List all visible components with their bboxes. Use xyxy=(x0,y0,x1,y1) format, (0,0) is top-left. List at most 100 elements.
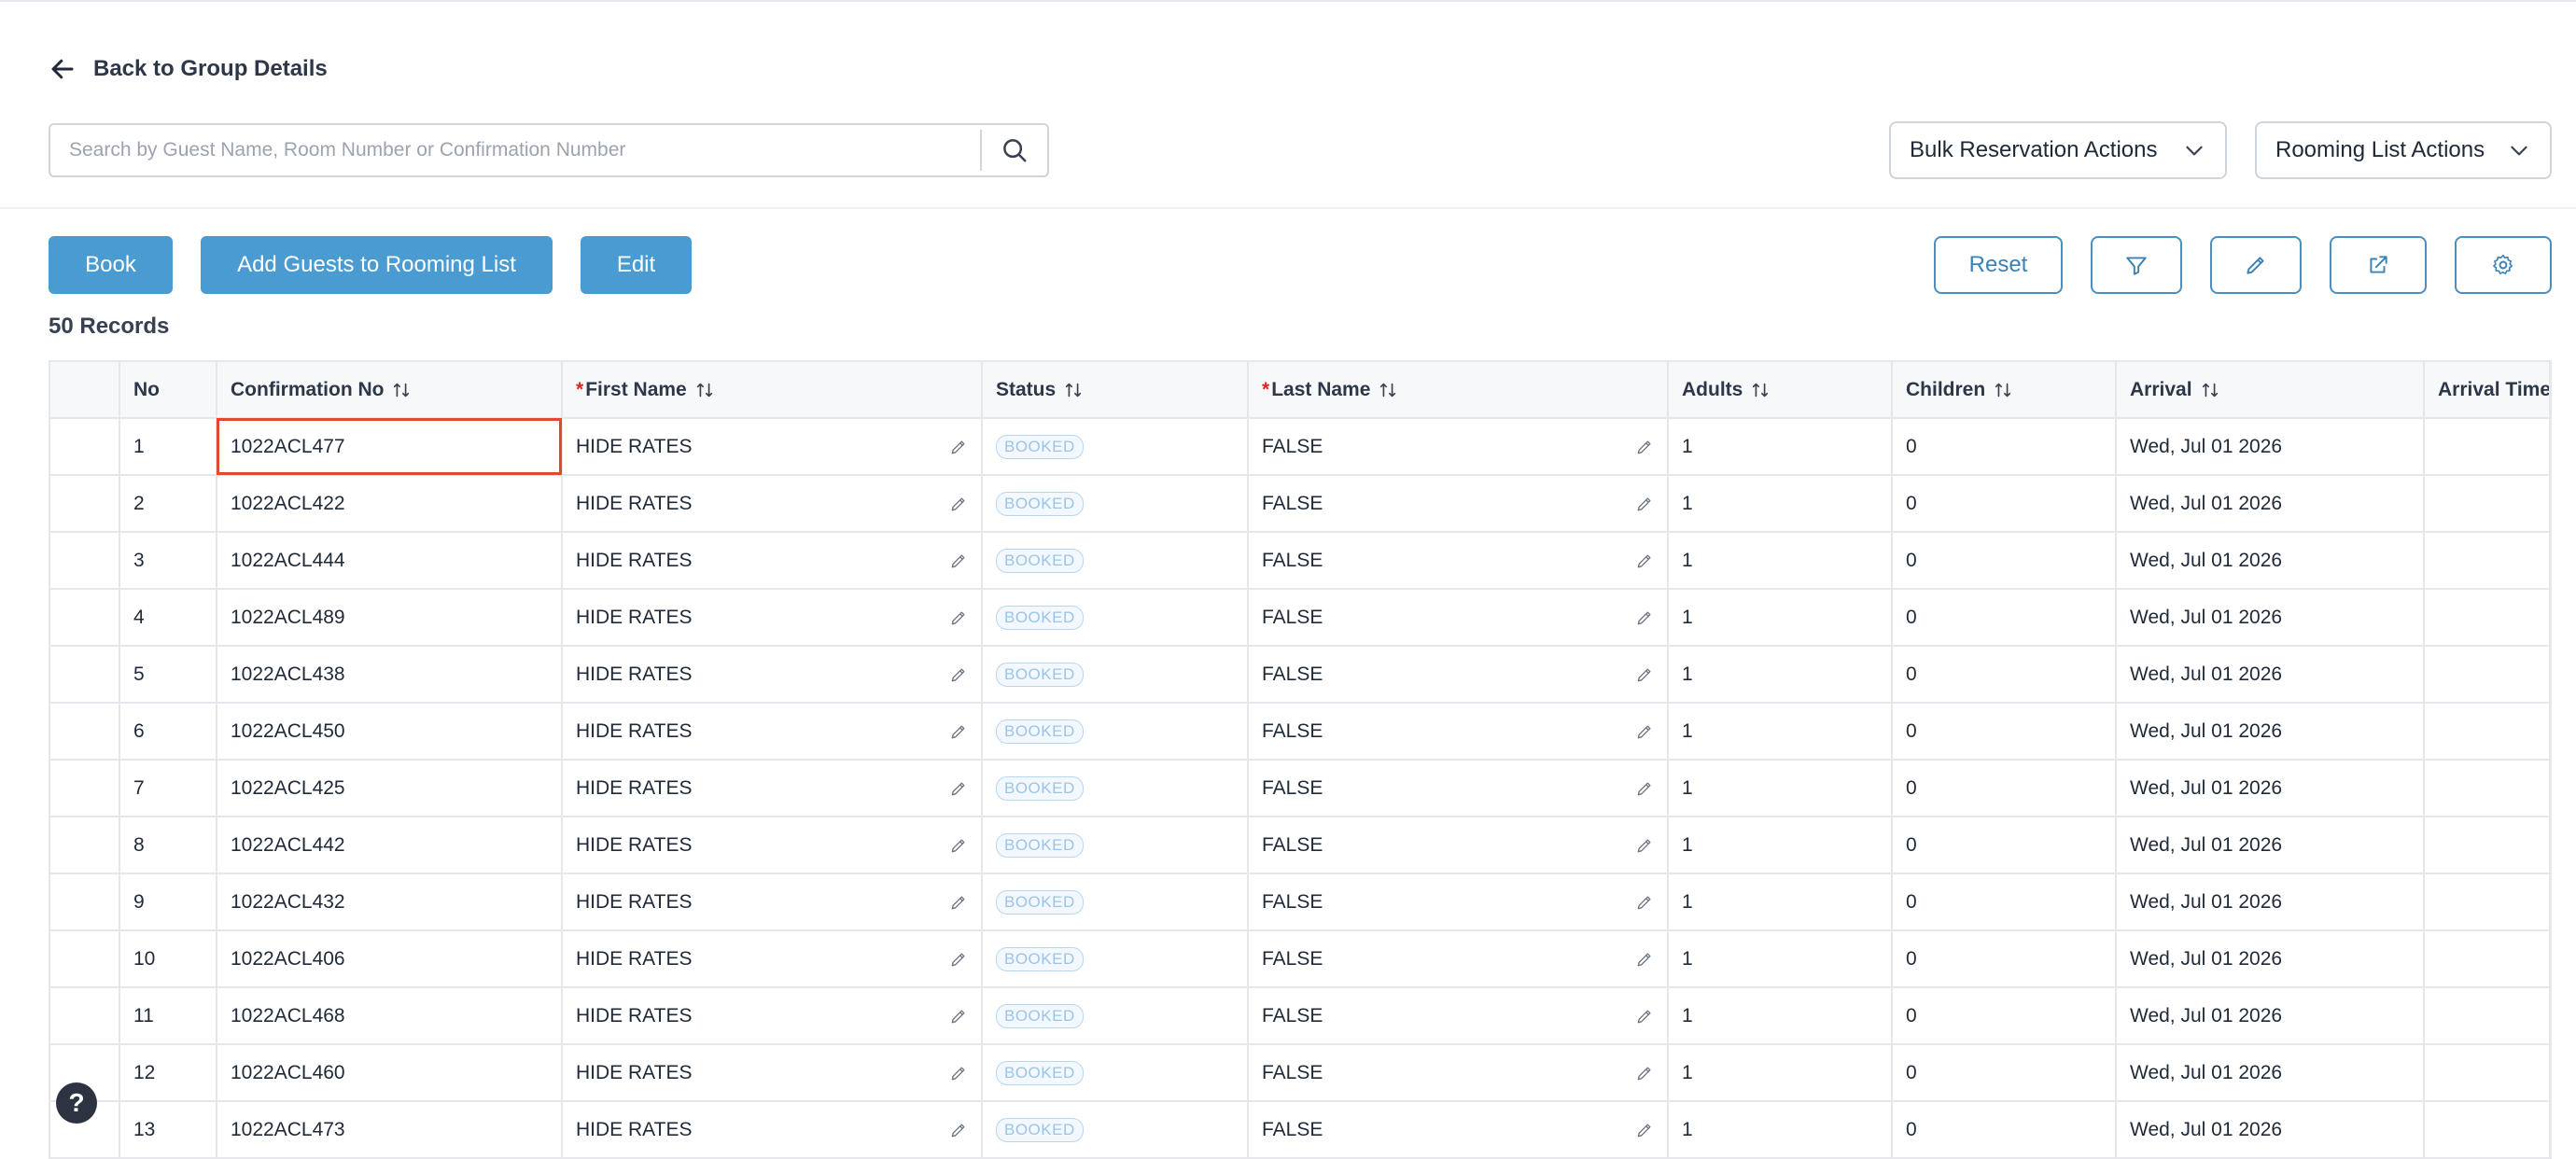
export-button[interactable] xyxy=(2330,236,2427,294)
adults-cell[interactable]: 1 xyxy=(1668,475,1893,533)
sort-icon[interactable] xyxy=(1750,380,1771,400)
adults-cell[interactable]: 1 xyxy=(1668,589,1893,647)
table-row[interactable]: 9 1022ACL432 HIDE RATES BOOKED FALSE 1 0… xyxy=(50,873,2550,931)
pencil-icon[interactable] xyxy=(1635,552,1654,570)
sort-icon[interactable] xyxy=(1993,380,2013,400)
arrival-cell[interactable]: Wed, Jul 01 2026 xyxy=(2116,532,2425,590)
last-name-cell[interactable]: FALSE xyxy=(1248,589,1669,647)
last-name-cell[interactable]: FALSE xyxy=(1248,646,1669,704)
arrival-cell[interactable]: Wed, Jul 01 2026 xyxy=(2116,817,2425,874)
row-select-cell[interactable] xyxy=(50,987,120,1045)
adults-cell[interactable]: 1 xyxy=(1668,532,1893,590)
last-name-cell[interactable]: FALSE xyxy=(1248,930,1669,988)
header-children[interactable]: Children xyxy=(1892,362,2117,419)
first-name-cell[interactable]: HIDE RATES xyxy=(562,646,983,704)
last-name-cell[interactable]: FALSE xyxy=(1248,817,1669,874)
pencil-icon[interactable] xyxy=(949,438,968,456)
confirmation-no-cell[interactable]: 1022ACL460 xyxy=(217,1044,563,1102)
help-button[interactable]: ? xyxy=(56,1082,97,1124)
pencil-icon[interactable] xyxy=(949,495,968,513)
table-row[interactable]: 11 1022ACL468 HIDE RATES BOOKED FALSE 1 … xyxy=(50,987,2550,1045)
table-row[interactable]: 3 1022ACL444 HIDE RATES BOOKED FALSE 1 0… xyxy=(50,532,2550,590)
sort-icon[interactable] xyxy=(1063,380,1084,400)
pencil-icon[interactable] xyxy=(949,722,968,741)
filter-button[interactable] xyxy=(2091,236,2182,294)
arrival-time-cell[interactable] xyxy=(2424,873,2550,931)
last-name-cell[interactable]: FALSE xyxy=(1248,1101,1669,1159)
arrival-cell[interactable]: Wed, Jul 01 2026 xyxy=(2116,418,2425,476)
last-name-cell[interactable]: FALSE xyxy=(1248,760,1669,817)
first-name-cell[interactable]: HIDE RATES xyxy=(562,532,983,590)
bulk-reservation-actions-dropdown[interactable]: Bulk Reservation Actions xyxy=(1889,121,2227,179)
confirmation-no-cell[interactable]: 1022ACL432 xyxy=(217,873,563,931)
confirmation-no-cell[interactable]: 1022ACL444 xyxy=(217,532,563,590)
sort-icon[interactable] xyxy=(1378,380,1398,400)
arrival-time-cell[interactable] xyxy=(2424,1101,2550,1159)
first-name-cell[interactable]: HIDE RATES xyxy=(562,475,983,533)
row-select-cell[interactable] xyxy=(50,873,120,931)
children-cell[interactable]: 0 xyxy=(1892,873,2117,931)
pencil-icon[interactable] xyxy=(1635,950,1654,969)
children-cell[interactable]: 0 xyxy=(1892,532,2117,590)
sort-icon[interactable] xyxy=(391,380,412,400)
adults-cell[interactable]: 1 xyxy=(1668,418,1893,476)
table-row[interactable]: 8 1022ACL442 HIDE RATES BOOKED FALSE 1 0… xyxy=(50,817,2550,874)
pencil-icon[interactable] xyxy=(949,950,968,969)
edit-button[interactable]: Edit xyxy=(581,236,692,294)
header-select[interactable] xyxy=(50,362,120,419)
arrival-time-cell[interactable] xyxy=(2424,1044,2550,1102)
header-adults[interactable]: Adults xyxy=(1668,362,1893,419)
children-cell[interactable]: 0 xyxy=(1892,646,2117,704)
pencil-icon[interactable] xyxy=(1635,893,1654,912)
header-first-name[interactable]: *First Name xyxy=(562,362,983,419)
row-select-cell[interactable] xyxy=(50,760,120,817)
first-name-cell[interactable]: HIDE RATES xyxy=(562,817,983,874)
confirmation-no-cell[interactable]: 1022ACL450 xyxy=(217,703,563,761)
confirmation-no-cell[interactable]: 1022ACL477 xyxy=(217,418,563,476)
adults-cell[interactable]: 1 xyxy=(1668,930,1893,988)
confirmation-no-cell[interactable]: 1022ACL468 xyxy=(217,987,563,1045)
adults-cell[interactable]: 1 xyxy=(1668,1101,1893,1159)
pencil-icon[interactable] xyxy=(1635,779,1654,798)
header-status[interactable]: Status xyxy=(982,362,1249,419)
settings-button[interactable] xyxy=(2455,236,2552,294)
pencil-icon[interactable] xyxy=(949,665,968,684)
last-name-cell[interactable]: FALSE xyxy=(1248,418,1669,476)
first-name-cell[interactable]: HIDE RATES xyxy=(562,703,983,761)
header-last-name[interactable]: *Last Name xyxy=(1248,362,1669,419)
confirmation-no-cell[interactable]: 1022ACL473 xyxy=(217,1101,563,1159)
table-row[interactable]: 6 1022ACL450 HIDE RATES BOOKED FALSE 1 0… xyxy=(50,703,2550,761)
sort-icon[interactable] xyxy=(694,380,715,400)
pencil-icon[interactable] xyxy=(949,779,968,798)
arrival-time-cell[interactable] xyxy=(2424,646,2550,704)
last-name-cell[interactable]: FALSE xyxy=(1248,873,1669,931)
children-cell[interactable]: 0 xyxy=(1892,817,2117,874)
pencil-icon[interactable] xyxy=(1635,438,1654,456)
children-cell[interactable]: 0 xyxy=(1892,1101,2117,1159)
add-guests-button[interactable]: Add Guests to Rooming List xyxy=(201,236,553,294)
arrival-time-cell[interactable] xyxy=(2424,589,2550,647)
back-to-group-details-link[interactable]: Back to Group Details xyxy=(49,50,328,88)
last-name-cell[interactable]: FALSE xyxy=(1248,1044,1669,1102)
children-cell[interactable]: 0 xyxy=(1892,1044,2117,1102)
row-select-cell[interactable] xyxy=(50,532,120,590)
pencil-icon[interactable] xyxy=(1635,665,1654,684)
row-select-cell[interactable] xyxy=(50,589,120,647)
arrival-time-cell[interactable] xyxy=(2424,532,2550,590)
children-cell[interactable]: 0 xyxy=(1892,987,2117,1045)
last-name-cell[interactable]: FALSE xyxy=(1248,532,1669,590)
confirmation-no-cell[interactable]: 1022ACL489 xyxy=(217,589,563,647)
arrival-time-cell[interactable] xyxy=(2424,475,2550,533)
row-select-cell[interactable] xyxy=(50,646,120,704)
first-name-cell[interactable]: HIDE RATES xyxy=(562,1044,983,1102)
pencil-icon[interactable] xyxy=(1635,1064,1654,1082)
last-name-cell[interactable]: FALSE xyxy=(1248,475,1669,533)
first-name-cell[interactable]: HIDE RATES xyxy=(562,589,983,647)
table-row[interactable]: 13 1022ACL473 HIDE RATES BOOKED FALSE 1 … xyxy=(50,1101,2550,1159)
adults-cell[interactable]: 1 xyxy=(1668,703,1893,761)
adults-cell[interactable]: 1 xyxy=(1668,987,1893,1045)
pencil-icon[interactable] xyxy=(1635,608,1654,627)
arrival-time-cell[interactable] xyxy=(2424,418,2550,476)
arrival-time-cell[interactable] xyxy=(2424,817,2550,874)
edit-columns-button[interactable] xyxy=(2210,236,2302,294)
